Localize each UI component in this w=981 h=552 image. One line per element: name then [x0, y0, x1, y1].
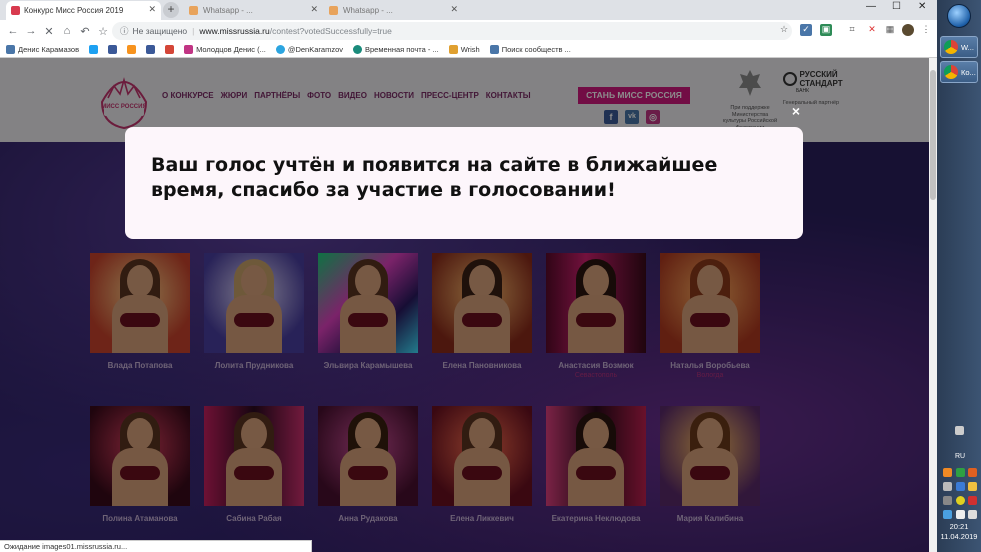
- bookmark-icon: [275, 45, 285, 54]
- info-icon[interactable]: ⓘ: [120, 25, 129, 37]
- bookmark-icon: [6, 45, 15, 54]
- tab-inactive-2[interactable]: Whatsapp - ... ✕: [323, 1, 463, 20]
- network-icon[interactable]: [943, 510, 952, 519]
- tab-close-icon[interactable]: ✕: [148, 4, 156, 15]
- bookmark-item[interactable]: Временная почта - ...: [353, 45, 439, 54]
- bookmark-item[interactable]: [146, 45, 156, 54]
- bookmark-icon: [89, 45, 99, 54]
- undo-icon[interactable]: ↶: [76, 25, 94, 38]
- tab-favicon-icon: [11, 6, 20, 15]
- url-host: www.missrussia.ru: [199, 26, 270, 36]
- tab-favicon-icon: [329, 6, 338, 15]
- forward-icon[interactable]: →: [22, 25, 40, 37]
- mute-icon[interactable]: ✕: [866, 24, 878, 36]
- taskbar-item-chrome[interactable]: Ко...: [940, 61, 978, 83]
- tray-icon[interactable]: [968, 496, 977, 505]
- bookmark-icon: [165, 45, 175, 54]
- windows-start-icon[interactable]: [947, 4, 971, 28]
- modal-message: Ваш голос учтён и появится на сайте в бл…: [151, 154, 718, 201]
- tray-icon[interactable]: [956, 468, 965, 477]
- bookmark-icon: [127, 45, 137, 54]
- bookmark-item[interactable]: @DenKaramzov: [275, 45, 343, 54]
- vote-confirmation-modal: Ваш голос учтён и появится на сайте в бл…: [125, 127, 803, 239]
- tray-icon[interactable]: [968, 482, 977, 491]
- modal-close-icon[interactable]: ×: [789, 104, 803, 118]
- extension-icon[interactable]: ▦: [884, 24, 896, 36]
- address-bar[interactable]: ⓘ Не защищено | www.missrussia.ru/contes…: [112, 22, 792, 40]
- clock-time: 20:21: [949, 522, 969, 531]
- browser-chrome: Конкурс Мисс Россия 2019 ✕ + Whatsapp - …: [0, 0, 937, 58]
- taskbar-clock[interactable]: 20:21 11.04.2019: [937, 522, 981, 542]
- page-scrollbar[interactable]: [929, 58, 937, 552]
- tab-title: Whatsapp - ...: [203, 6, 253, 15]
- tab-title: Whatsapp - ...: [343, 6, 393, 15]
- bookmark-icon: [489, 45, 499, 54]
- avatar[interactable]: [902, 24, 914, 36]
- close-window-icon[interactable]: ✕: [918, 1, 926, 12]
- address-row: ← → ✕ ⌂ ↶ ☆ ⓘ Не защищено | www.missruss…: [0, 20, 937, 42]
- tray-icon[interactable]: [943, 482, 952, 491]
- menu-icon[interactable]: ⋮: [920, 24, 932, 36]
- url-divider: |: [192, 26, 195, 36]
- tab-favicon-icon: [189, 6, 198, 15]
- flag-icon[interactable]: [956, 510, 965, 519]
- bookmark-item[interactable]: Молодцов Денис (...: [184, 45, 266, 54]
- tab-bar: Конкурс Мисс Россия 2019 ✕ + Whatsapp - …: [0, 0, 937, 20]
- bookmark-star-icon[interactable]: ☆: [94, 25, 112, 38]
- status-bar: Ожидание images01.missrussia.ru...: [0, 540, 312, 552]
- bookmark-item[interactable]: [89, 45, 99, 54]
- bookmark-item[interactable]: [127, 45, 137, 54]
- chrome-icon: [944, 40, 958, 54]
- tray-icon[interactable]: [955, 426, 964, 435]
- tab-title: Конкурс Мисс Россия 2019: [24, 6, 124, 15]
- url-path: /contest?votedSuccessfully=true: [269, 26, 392, 36]
- back-icon[interactable]: ←: [4, 25, 22, 37]
- extension-icon[interactable]: ✓: [800, 24, 812, 36]
- clock-date: 11.04.2019: [940, 532, 978, 541]
- tray-icon[interactable]: [943, 496, 952, 505]
- bookmark-icon: [146, 45, 156, 54]
- tab-close-icon[interactable]: ✕: [450, 4, 458, 15]
- scrollbar-thumb[interactable]: [930, 70, 936, 200]
- tray-icon[interactable]: [968, 468, 977, 477]
- star-icon[interactable]: ☆: [778, 24, 790, 36]
- windows-taskbar: W... Ко...: [937, 0, 981, 552]
- bookmark-icon: [108, 45, 118, 54]
- tray-icon[interactable]: [956, 482, 965, 491]
- bookmark-item[interactable]: [165, 45, 175, 54]
- home-icon[interactable]: ⌂: [58, 25, 76, 37]
- maximize-icon[interactable]: ☐: [892, 1, 901, 12]
- tab-inactive-1[interactable]: Whatsapp - ... ✕: [183, 1, 323, 20]
- bookmark-item[interactable]: Поиск сообществ ...: [489, 45, 571, 54]
- volume-icon[interactable]: [968, 510, 977, 519]
- language-indicator[interactable]: RU: [955, 453, 965, 460]
- extension-icon[interactable]: ▣: [820, 24, 832, 36]
- bookmark-icon: [448, 45, 458, 54]
- tray-icon[interactable]: [943, 468, 952, 477]
- crop-icon[interactable]: ⌗: [846, 24, 858, 36]
- new-tab-button[interactable]: +: [163, 2, 179, 18]
- minimize-icon[interactable]: —: [866, 1, 876, 12]
- tray-icon[interactable]: [956, 496, 965, 505]
- bookmark-item[interactable]: Денис Карамазов: [6, 45, 79, 54]
- bookmark-item[interactable]: [108, 45, 118, 54]
- tab-close-icon[interactable]: ✕: [310, 4, 318, 15]
- chrome-icon: [944, 65, 958, 79]
- bookmark-icon: [184, 45, 194, 54]
- bookmarks-bar: Денис Карамазов Молодцов Денис (... @Den…: [0, 42, 937, 58]
- bookmark-item[interactable]: Wrish: [448, 45, 480, 54]
- taskbar-item-chrome[interactable]: W...: [940, 36, 978, 58]
- stop-icon[interactable]: ✕: [40, 25, 58, 38]
- bookmark-icon: [353, 45, 362, 54]
- tab-active[interactable]: Конкурс Мисс Россия 2019 ✕: [6, 1, 161, 20]
- security-label: Не защищено: [132, 26, 188, 36]
